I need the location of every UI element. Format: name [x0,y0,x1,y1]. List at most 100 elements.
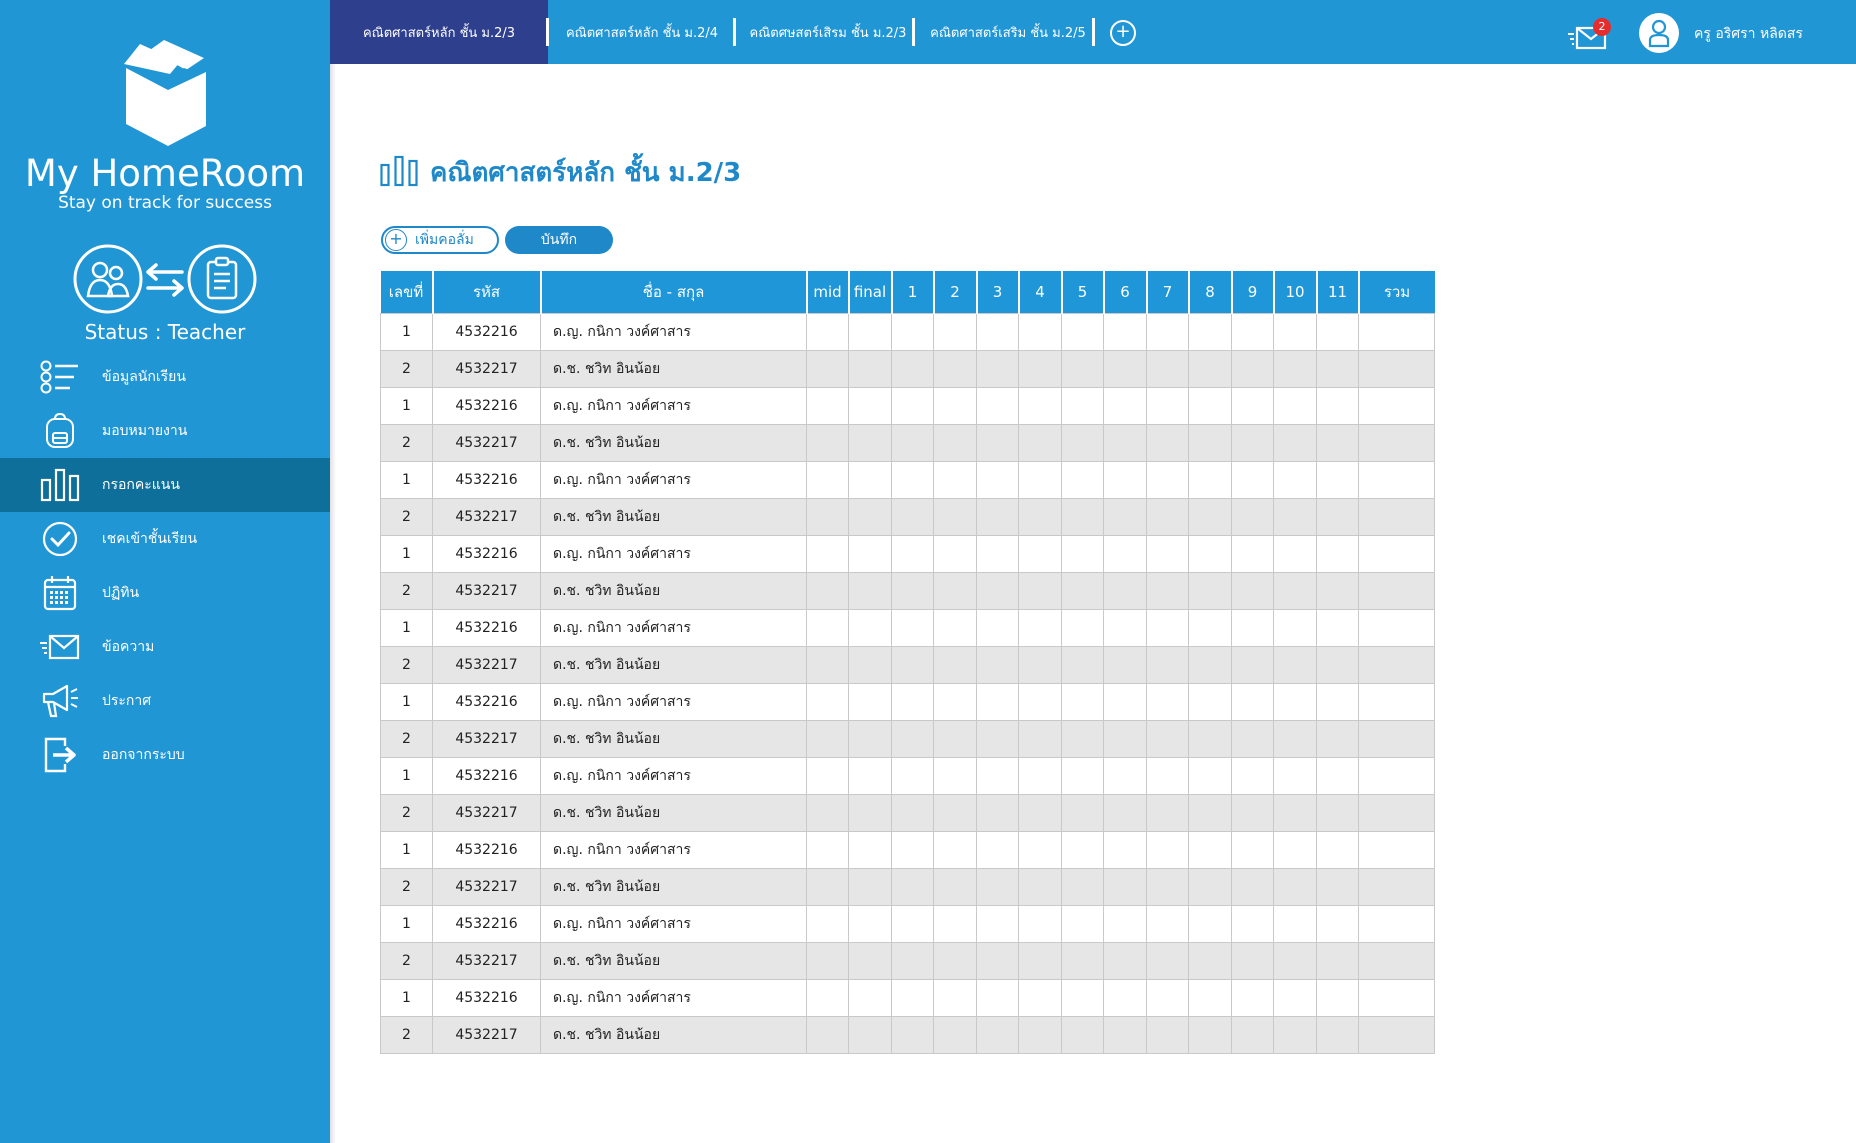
cell-score-10[interactable] [1273,756,1317,795]
cell-score-2[interactable] [933,719,977,758]
tab-class-m2-3-extra[interactable]: คณิตศษสตร์เสิรม ชั้น ม.2/3 [738,0,918,64]
cell-score-11[interactable] [1316,423,1359,462]
cell-score-4[interactable] [1018,1015,1062,1054]
cell-score-11[interactable] [1316,645,1359,684]
cell-score-4[interactable] [1018,608,1062,647]
sidebar-item-announcements[interactable]: ประกาศ [0,674,330,728]
cell-score-3[interactable] [976,386,1019,425]
cell-score-9[interactable] [1231,534,1274,573]
cell-score-7[interactable] [1146,571,1189,610]
cell-score-5[interactable] [1061,756,1104,795]
cell-score-mid[interactable] [806,682,849,721]
cell-score-final[interactable] [848,1015,892,1054]
cell-score-7[interactable] [1146,830,1189,869]
cell-score-2[interactable] [933,682,977,721]
cell-score-7[interactable] [1146,312,1189,351]
cell-score-5[interactable] [1061,719,1104,758]
cell-score-4[interactable] [1018,497,1062,536]
cell-score-10[interactable] [1273,830,1317,869]
cell-score-5[interactable] [1061,682,1104,721]
cell-score-3[interactable] [976,793,1019,832]
cell-score-1[interactable] [891,978,934,1017]
cell-score-5[interactable] [1061,1015,1104,1054]
cell-score-3[interactable] [976,978,1019,1017]
cell-score-1[interactable] [891,645,934,684]
cell-score-11[interactable] [1316,571,1359,610]
cell-score-2[interactable] [933,460,977,499]
cell-score-1[interactable] [891,349,934,388]
cell-score-8[interactable] [1188,978,1232,1017]
sidebar-item-logout[interactable]: ออกจากระบบ [0,728,330,782]
cell-score-9[interactable] [1231,460,1274,499]
cell-score-5[interactable] [1061,497,1104,536]
cell-score-11[interactable] [1316,941,1359,980]
cell-score-6[interactable] [1103,386,1147,425]
cell-score-7[interactable] [1146,941,1189,980]
avatar[interactable] [1639,13,1679,53]
cell-score-6[interactable] [1103,645,1147,684]
cell-score-mid[interactable] [806,719,849,758]
cell-score-10[interactable] [1273,423,1317,462]
cell-score-final[interactable] [848,312,892,351]
cell-score-mid[interactable] [806,386,849,425]
cell-score-7[interactable] [1146,460,1189,499]
cell-score-1[interactable] [891,497,934,536]
cell-score-final[interactable] [848,756,892,795]
cell-score-final[interactable] [848,460,892,499]
cell-score-3[interactable] [976,645,1019,684]
cell-score-8[interactable] [1188,830,1232,869]
cell-score-4[interactable] [1018,460,1062,499]
cell-score-mid[interactable] [806,904,849,943]
cell-score-6[interactable] [1103,497,1147,536]
cell-score-6[interactable] [1103,978,1147,1017]
cell-score-2[interactable] [933,608,977,647]
cell-score-5[interactable] [1061,349,1104,388]
cell-score-3[interactable] [976,423,1019,462]
cell-score-9[interactable] [1231,904,1274,943]
cell-score-1[interactable] [891,941,934,980]
cell-score-2[interactable] [933,312,977,351]
cell-score-9[interactable] [1231,719,1274,758]
cell-score-8[interactable] [1188,534,1232,573]
sidebar-item-assignments[interactable]: มอบหมายงาน [0,404,330,458]
tab-class-m2-4-main[interactable]: คณิตศาสตร์หลัก ชั้น ม.2/4 [552,0,732,64]
cell-score-3[interactable] [976,719,1019,758]
cell-score-1[interactable] [891,756,934,795]
cell-score-5[interactable] [1061,534,1104,573]
cell-score-6[interactable] [1103,608,1147,647]
cell-score-final[interactable] [848,608,892,647]
cell-score-1[interactable] [891,608,934,647]
cell-score-5[interactable] [1061,312,1104,351]
cell-score-6[interactable] [1103,830,1147,869]
cell-score-4[interactable] [1018,830,1062,869]
cell-score-1[interactable] [891,719,934,758]
cell-score-final[interactable] [848,867,892,906]
cell-score-9[interactable] [1231,349,1274,388]
cell-score-11[interactable] [1316,497,1359,536]
cell-score-11[interactable] [1316,756,1359,795]
cell-score-10[interactable] [1273,682,1317,721]
cell-score-4[interactable] [1018,978,1062,1017]
cell-score-6[interactable] [1103,349,1147,388]
cell-score-6[interactable] [1103,571,1147,610]
cell-score-4[interactable] [1018,941,1062,980]
cell-score-9[interactable] [1231,1015,1274,1054]
cell-score-3[interactable] [976,941,1019,980]
cell-score-mid[interactable] [806,978,849,1017]
cell-score-1[interactable] [891,571,934,610]
cell-score-2[interactable] [933,423,977,462]
cell-score-7[interactable] [1146,423,1189,462]
cell-score-2[interactable] [933,756,977,795]
cell-score-8[interactable] [1188,460,1232,499]
cell-score-7[interactable] [1146,682,1189,721]
cell-score-4[interactable] [1018,423,1062,462]
cell-score-mid[interactable] [806,349,849,388]
cell-score-10[interactable] [1273,608,1317,647]
cell-score-9[interactable] [1231,645,1274,684]
cell-score-9[interactable] [1231,941,1274,980]
cell-score-mid[interactable] [806,571,849,610]
cell-score-mid[interactable] [806,423,849,462]
cell-score-11[interactable] [1316,719,1359,758]
cell-score-1[interactable] [891,793,934,832]
cell-score-5[interactable] [1061,941,1104,980]
